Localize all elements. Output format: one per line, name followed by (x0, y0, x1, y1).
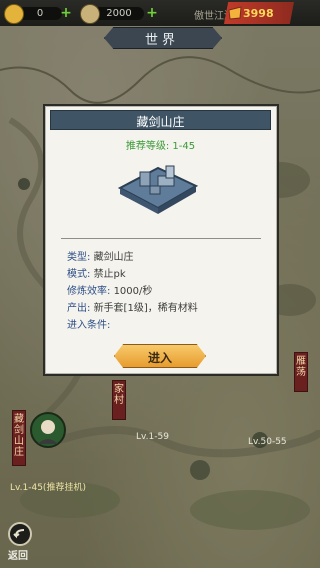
map-scroll-cangjian[interactable]: 藏剑山庄 (12, 410, 26, 466)
player-avatar-icon[interactable] (28, 410, 68, 454)
ticket-value: 3998 (243, 7, 274, 20)
ticket-counter[interactable]: 3998 (224, 2, 294, 24)
map-scroll-jiacun[interactable]: 家村 (112, 380, 126, 420)
info-row-mode: 模式: 禁止pk (67, 269, 126, 280)
gold-value: 0 (18, 7, 62, 20)
dialog-title: 藏剑山庄 (136, 115, 185, 129)
location-level-right: Lv.50-55 (248, 437, 287, 447)
player-location-level: Lv.1-45(推荐挂机) (10, 483, 86, 493)
back-button[interactable] (8, 522, 32, 546)
add-silver-button[interactable]: + (145, 6, 159, 20)
add-gold-button[interactable]: + (59, 6, 73, 20)
silver-value: 2000 (94, 7, 144, 20)
dialog-divider (61, 238, 261, 239)
fortress-icon (117, 165, 199, 214)
enter-button-label[interactable]: 进入 (114, 349, 206, 366)
recommended-level: 推荐等级: 1-45 (125, 141, 196, 152)
gold-coin-icon (4, 4, 24, 24)
page-title: 世界 (144, 33, 179, 48)
info-row-efficiency: 修炼效率: 1000/秒 (67, 286, 153, 297)
info-row-output: 产出: 新手套[1级]，稀有材料 (67, 303, 198, 314)
map-scroll-yandang[interactable]: 雁荡 (294, 352, 308, 392)
info-row-type: 类型: 藏剑山庄 (67, 252, 134, 263)
silver-coin-icon (80, 4, 100, 24)
location-level-left: Lv.1-59 (136, 432, 169, 442)
info-row-requirement: 进入条件: (67, 320, 111, 331)
ticket-icon (228, 6, 242, 20)
back-label[interactable]: 返回 (8, 547, 28, 562)
back-arrow-icon (13, 529, 25, 539)
